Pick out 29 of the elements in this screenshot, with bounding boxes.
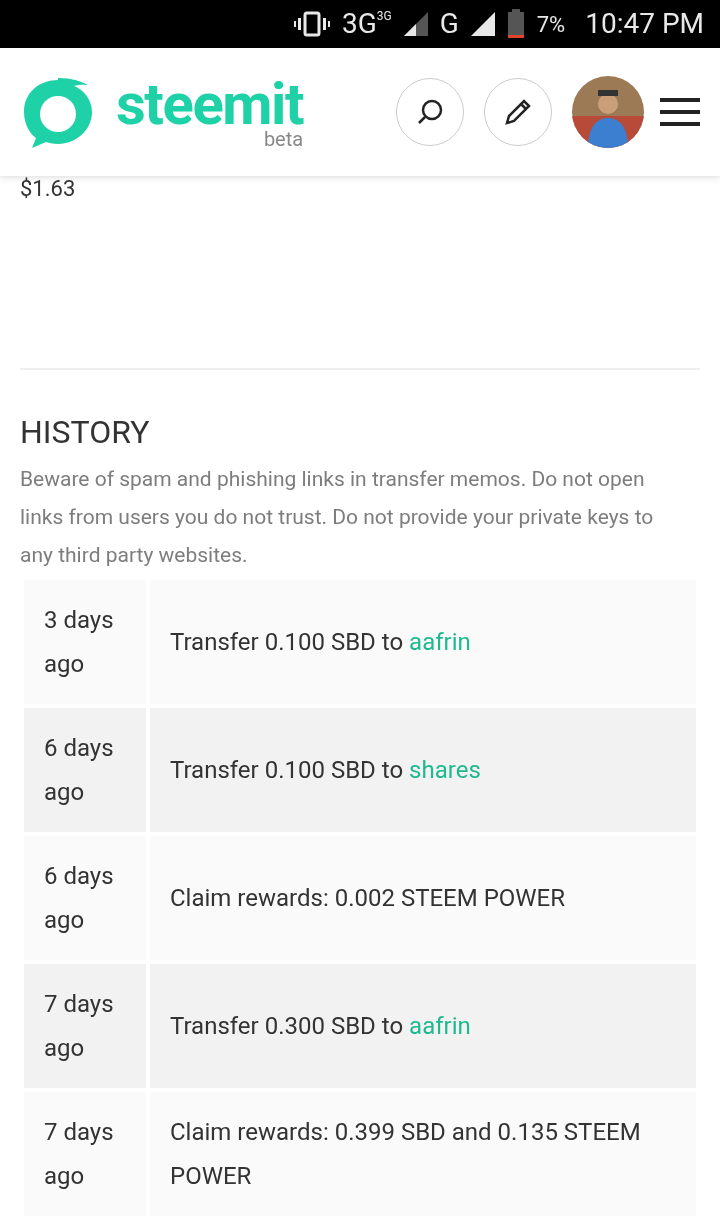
balance-amount: $1.63 bbox=[20, 178, 77, 200]
search-icon bbox=[416, 98, 444, 126]
description-cell: Transfer 0.300 SBD to aafrin bbox=[150, 964, 696, 1088]
network-type: G bbox=[439, 10, 459, 38]
pencil-icon bbox=[503, 97, 533, 127]
description-cell: Claim rewards: 0.002 STEEM POWER bbox=[150, 836, 696, 960]
section-title: HISTORY bbox=[20, 412, 151, 452]
user-link[interactable]: shares bbox=[409, 756, 481, 784]
warning-text: Beware of spam and phishing links in transfer memos. Do not open links from users you do not trust. Do not provide your private keys to any third party websites. bbox=[20, 466, 655, 569]
beta-label: beta bbox=[263, 129, 304, 149]
description-cell: Transfer 0.100 SBD to aafrin bbox=[150, 580, 696, 704]
user-link[interactable]: aafrin bbox=[409, 628, 471, 656]
date-cell: 3 days ago bbox=[24, 580, 146, 704]
clock: 10:47 PM bbox=[585, 6, 704, 42]
user-link[interactable]: aafrin bbox=[409, 1012, 471, 1040]
date-cell: 6 days ago bbox=[24, 708, 146, 832]
menu-icon[interactable] bbox=[660, 96, 700, 128]
network-type: 3G bbox=[341, 10, 377, 38]
signal-icon bbox=[470, 12, 495, 36]
network-type: 3G bbox=[376, 10, 392, 22]
date-cell: 6 days ago bbox=[24, 836, 146, 960]
battery-level: 7% bbox=[536, 10, 566, 39]
description-cell: Claim rewards: 0.399 SBD and 0.135 STEEM POWER bbox=[150, 1092, 696, 1216]
description-cell: Transfer 0.100 SBD to shares bbox=[150, 708, 696, 832]
battery-icon bbox=[506, 9, 525, 39]
signal-icon bbox=[403, 12, 428, 36]
date-cell: 7 days ago bbox=[24, 964, 146, 1088]
date-cell: 7 days ago bbox=[24, 1092, 146, 1216]
vibrate-icon bbox=[293, 11, 330, 37]
